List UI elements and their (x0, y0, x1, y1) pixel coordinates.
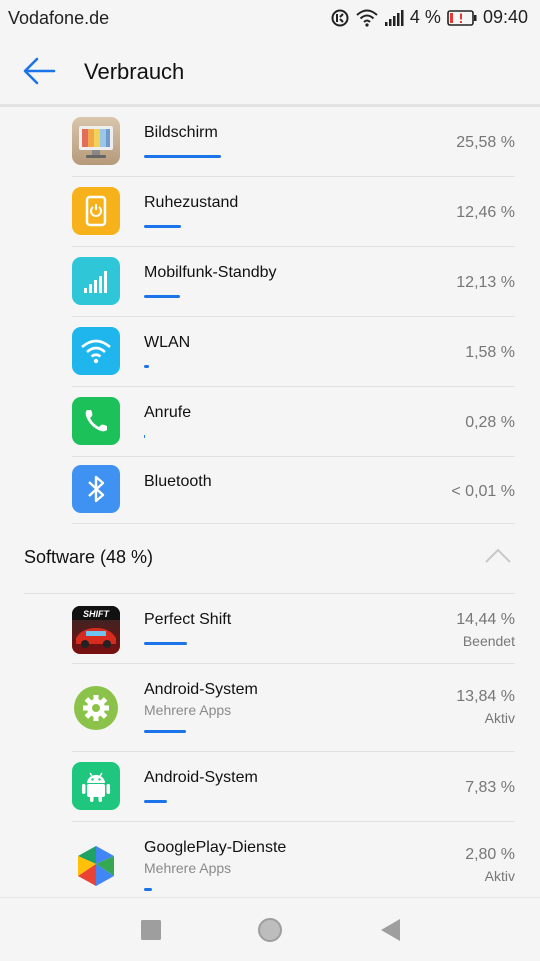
item-name: Mobilfunk-Standby (144, 264, 277, 281)
wifi-icon (72, 327, 120, 375)
usage-percent: 25,58 % (456, 134, 515, 151)
clock: 09:40 (482, 7, 528, 27)
android-settings-icon (72, 684, 120, 732)
usage-bar (144, 295, 180, 298)
usage-bar (144, 365, 149, 368)
back-arrow-icon[interactable] (22, 56, 56, 86)
section-title: Software (48 %) (24, 547, 154, 567)
usage-bar (144, 730, 186, 733)
status-bar: Vodafone.de 4 % 09:40 (0, 0, 540, 36)
screen-icon (72, 117, 120, 165)
usage-percent: 0,28 % (465, 414, 515, 431)
list-item-bluetooth[interactable]: Bluetooth < 0,01 % (0, 457, 540, 527)
usage-percent: 14,44 % (456, 611, 515, 628)
list-item-android-system[interactable]: Android-System 7,83 % (0, 752, 540, 822)
usage-percent: < 0,01 % (451, 483, 515, 500)
usage-bar (144, 225, 181, 228)
usage-percent: 12,13 % (456, 274, 515, 291)
item-subtitle: Mehrere Apps (144, 860, 232, 876)
recents-square-icon[interactable] (136, 916, 166, 944)
page-title: Verbrauch (84, 59, 185, 84)
list-item-googleplay-dienste[interactable]: GooglePlay-Dienste Mehrere Apps 2,80 % A… (0, 822, 540, 897)
item-name: GooglePlay-Dienste (144, 839, 287, 856)
list-item-ruhezustand[interactable]: Ruhezustand 12,46 % (0, 177, 540, 247)
app-state: Aktiv (484, 710, 515, 726)
carrier-name: Vodafone.de (8, 8, 110, 28)
list-item-android-system-multi[interactable]: Android-System Mehrere Apps 13,84 % Akti… (0, 664, 540, 752)
battery-percent: 4 % (409, 7, 441, 27)
item-name: Android-System (144, 769, 258, 786)
list-item-anrufe[interactable]: Anrufe 0,28 % (0, 387, 540, 457)
usage-percent: 7,83 % (465, 779, 515, 796)
item-name: Anrufe (144, 404, 192, 421)
item-subtitle: Mehrere Apps (144, 702, 232, 718)
signal-icon (72, 257, 120, 305)
back-triangle-icon[interactable] (376, 916, 406, 944)
list-item-perfect-shift[interactable]: SHIFT Perfect Shift 14,44 % Beendet (0, 594, 540, 664)
cell-signal-icon (384, 9, 404, 27)
item-name: WLAN (144, 334, 191, 351)
usage-bar (144, 888, 152, 891)
item-name: Android-System (144, 681, 258, 698)
app-bar: Verbrauch (0, 36, 540, 106)
item-name: Bluetooth (144, 473, 212, 490)
item-name: Ruhezustand (144, 194, 239, 211)
usage-bar (144, 155, 221, 158)
usage-percent: 2,80 % (465, 846, 515, 863)
software-section-header[interactable]: Software (48 %) (0, 524, 540, 594)
svg-text:SHIFT: SHIFT (83, 609, 111, 619)
app-state: Aktiv (484, 868, 515, 884)
wifi-status-icon (356, 9, 378, 27)
usage-bar (144, 642, 187, 645)
list-item-wlan[interactable]: WLAN 1,58 % (0, 317, 540, 387)
list-item-bildschirm[interactable]: Bildschirm 25,58 % (0, 107, 540, 177)
bluetooth-icon (72, 465, 120, 513)
list-item-mobilfunk-standby[interactable]: Mobilfunk-Standby 12,13 % (0, 247, 540, 317)
item-name: Bildschirm (144, 124, 218, 141)
android-robot-icon (72, 762, 120, 810)
usage-percent: 1,58 % (465, 344, 515, 361)
battery-low-icon (447, 9, 477, 26)
usage-percent: 13,84 % (456, 688, 515, 705)
usage-bar (144, 800, 167, 803)
chevron-up-icon[interactable] (484, 546, 512, 566)
home-circle-icon[interactable] (255, 916, 285, 944)
status-icons: 4 % 09:40 (330, 7, 528, 28)
usage-list[interactable]: Bildschirm 25,58 % Ruhezustand 12,46 % M… (0, 107, 540, 897)
app-state: Beendet (462, 633, 515, 649)
perfect-shift-icon: SHIFT (72, 606, 120, 654)
navigation-bar (0, 897, 540, 961)
standby-icon (72, 187, 120, 235)
usage-bar (144, 435, 145, 438)
data-saver-icon (330, 8, 350, 28)
google-play-services-icon (72, 842, 120, 890)
phone-icon (72, 397, 120, 445)
usage-percent: 12,46 % (456, 204, 515, 221)
item-name: Perfect Shift (144, 611, 232, 628)
